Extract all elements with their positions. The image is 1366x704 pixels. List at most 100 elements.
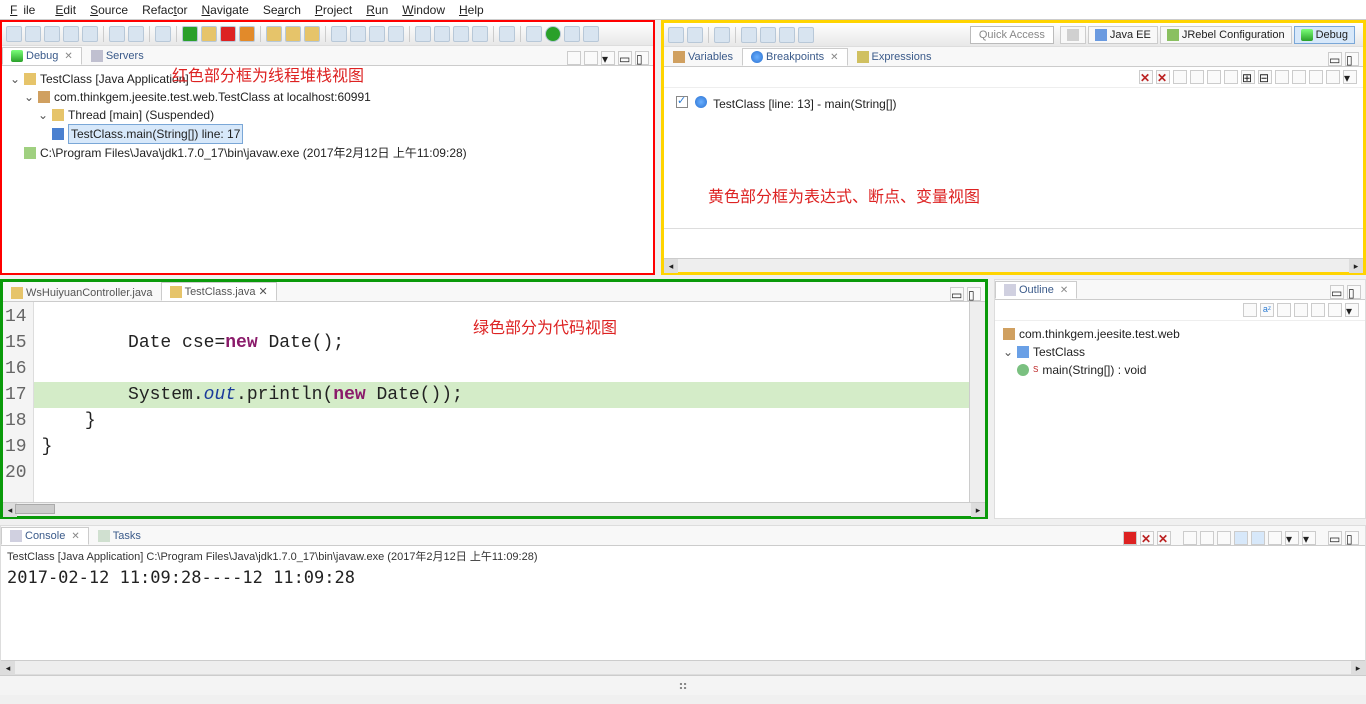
menu-edit[interactable]: Edit: [49, 1, 82, 19]
quick-access[interactable]: Quick Access: [970, 26, 1054, 44]
view-menu-icon[interactable]: ▾: [601, 51, 615, 65]
outline-icon-btn[interactable]: [1243, 303, 1257, 317]
toolbar-icon[interactable]: [687, 27, 703, 43]
twistie-icon[interactable]: ⌄: [38, 106, 48, 124]
toolbar-icon[interactable]: [798, 27, 814, 43]
bp-icon[interactable]: [1309, 70, 1323, 84]
run-icon[interactable]: [545, 26, 561, 42]
step-into-icon[interactable]: [266, 26, 282, 42]
toolbar-icon[interactable]: [779, 27, 795, 43]
tab-expressions[interactable]: Expressions: [848, 48, 941, 66]
step-over-icon[interactable]: [285, 26, 301, 42]
open-console-icon[interactable]: ▾: [1302, 531, 1316, 545]
suspend-icon[interactable]: [201, 26, 217, 42]
toolbar-icon[interactable]: [453, 26, 469, 42]
perspective-jrebel[interactable]: JRebel Configuration: [1160, 26, 1292, 44]
remove-all-launch-icon[interactable]: ✕: [1157, 531, 1171, 545]
skip-breakpoints-icon[interactable]: [155, 26, 171, 42]
expand-all-icon[interactable]: ⊞: [1241, 70, 1255, 84]
close-icon[interactable]: ✕: [830, 52, 838, 63]
bp-icon[interactable]: [1224, 70, 1238, 84]
twistie-icon[interactable]: ⌄: [10, 70, 20, 88]
toolbar-icon[interactable]: [369, 26, 385, 42]
perspective-switcher-icon[interactable]: [1060, 26, 1086, 44]
toolbar-icon[interactable]: [583, 26, 599, 42]
outline-class[interactable]: ⌄ TestClass: [1003, 343, 1357, 361]
bp-icon[interactable]: [1292, 70, 1306, 84]
code-area[interactable]: Date cse=new Date(); System.out.println(…: [34, 302, 969, 502]
toolbar-icon[interactable]: [434, 26, 450, 42]
close-icon[interactable]: ✕: [71, 531, 79, 542]
maximize-icon[interactable]: ▯: [967, 287, 981, 301]
toolbar-icon[interactable]: [350, 26, 366, 42]
bp-icon[interactable]: [1326, 70, 1340, 84]
console-icon-btn[interactable]: [1183, 531, 1197, 545]
minimize-icon[interactable]: ▭: [1330, 285, 1344, 299]
scrollbar-x[interactable]: ◂ ▸: [3, 502, 985, 516]
bp-icon[interactable]: [1275, 70, 1289, 84]
scroll-right-icon[interactable]: ▸: [1349, 259, 1363, 273]
toolbar-icon[interactable]: [128, 26, 144, 42]
scrollbar-x[interactable]: ◂ ▸: [1, 660, 1365, 674]
pin-console-icon[interactable]: [1268, 531, 1282, 545]
menu-navigate[interactable]: Navigate: [195, 1, 254, 19]
bp-icon[interactable]: [1190, 70, 1204, 84]
view-menu-icon[interactable]: ▾: [1345, 303, 1359, 317]
toolbar-icon[interactable]: [44, 26, 60, 42]
collapse-all-icon[interactable]: ⊟: [1258, 70, 1272, 84]
menu-source[interactable]: Source: [84, 1, 134, 19]
close-icon[interactable]: ✕: [64, 51, 72, 62]
menu-window[interactable]: Window: [396, 1, 451, 19]
minimize-icon[interactable]: ▭: [950, 287, 964, 301]
disconnect-icon[interactable]: [239, 26, 255, 42]
perspective-java-ee[interactable]: Java EE: [1088, 26, 1158, 44]
remove-all-bp-icon[interactable]: ✕: [1156, 70, 1170, 84]
remove-launch-icon[interactable]: ✕: [1140, 531, 1154, 545]
scroll-left-icon[interactable]: ◂: [1, 661, 15, 675]
debug-icon[interactable]: [526, 26, 542, 42]
tree-row-process[interactable]: ⌄ com.thinkgem.jeesite.test.web.TestClas…: [10, 88, 645, 106]
menu-refactor[interactable]: Refactor: [136, 1, 193, 19]
tab-variables[interactable]: Variables: [664, 48, 742, 66]
menu-run[interactable]: Run: [360, 1, 394, 19]
checkbox-checked-icon[interactable]: [676, 96, 688, 108]
toolbar-icon[interactable]: [564, 26, 580, 42]
maximize-icon[interactable]: ▯: [1345, 52, 1359, 66]
twistie-icon[interactable]: ⌄: [24, 88, 34, 106]
minimize-icon[interactable]: ▭: [1328, 52, 1342, 66]
twistie-icon[interactable]: ⌄: [1003, 343, 1013, 361]
scrollbar-x[interactable]: ◂ ▸: [664, 258, 1363, 272]
scrollbar-y[interactable]: [969, 302, 985, 502]
menu-search[interactable]: Search: [257, 1, 307, 19]
view-icon[interactable]: [584, 51, 598, 65]
toolbar-icon[interactable]: [760, 27, 776, 43]
view-icon[interactable]: [567, 51, 581, 65]
menu-file[interactable]: File: [4, 1, 47, 19]
tab-console[interactable]: Console ✕: [1, 527, 89, 545]
close-icon[interactable]: ✕: [1060, 285, 1068, 296]
outline-icon-btn[interactable]: [1277, 303, 1291, 317]
display-console-icon[interactable]: ▾: [1285, 531, 1299, 545]
code-editor[interactable]: 14 15 16 17 18 19 20 Date cse=new Date()…: [3, 302, 985, 502]
menu-help[interactable]: Help: [453, 1, 490, 19]
outline-icon-btn[interactable]: [1311, 303, 1325, 317]
toolbar-icon[interactable]: [714, 27, 730, 43]
toolbar-icon[interactable]: [668, 27, 684, 43]
tab-servers[interactable]: Servers: [82, 47, 153, 65]
terminate-icon[interactable]: [220, 26, 236, 42]
tab-tasks[interactable]: Tasks: [89, 527, 150, 545]
toolbar-icon[interactable]: [472, 26, 488, 42]
toolbar-icon[interactable]: [415, 26, 431, 42]
tab-outline[interactable]: Outline ✕: [995, 281, 1077, 299]
console-icon-btn[interactable]: [1217, 531, 1231, 545]
tree-row-jvm[interactable]: C:\Program Files\Java\jdk1.7.0_17\bin\ja…: [10, 144, 645, 162]
view-menu-icon[interactable]: ▾: [1343, 70, 1357, 84]
close-icon[interactable]: ✕: [258, 285, 267, 298]
step-return-icon[interactable]: [304, 26, 320, 42]
scroll-thumb[interactable]: [15, 504, 55, 514]
outline-icon-btn[interactable]: [1328, 303, 1342, 317]
minimize-icon[interactable]: ▭: [618, 51, 632, 65]
minimize-icon[interactable]: ▭: [1328, 531, 1342, 545]
scroll-lock-icon[interactable]: [1234, 531, 1248, 545]
toolbar-icon[interactable]: [25, 26, 41, 42]
